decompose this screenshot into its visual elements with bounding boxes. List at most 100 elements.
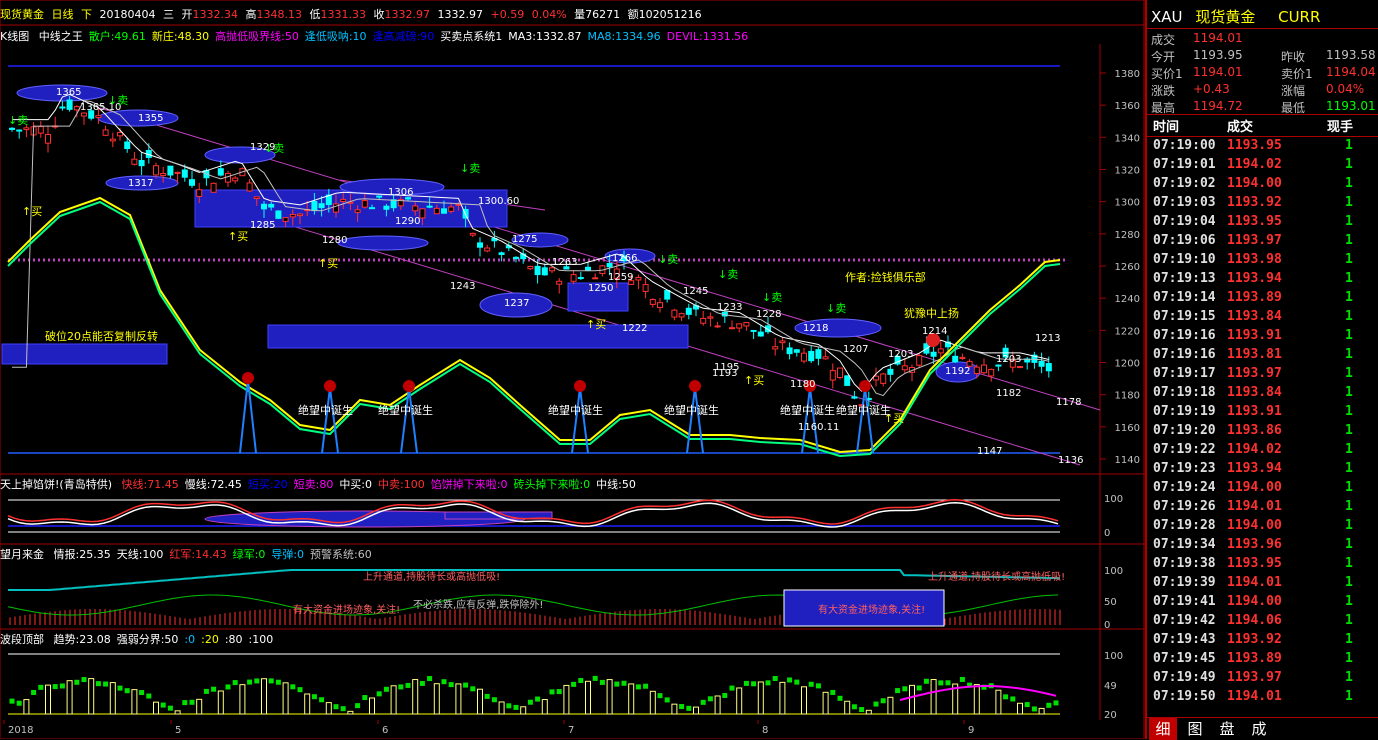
trend-bar bbox=[520, 706, 527, 715]
signal-note: 上升通道,持股待长或高抛低吸! bbox=[928, 570, 1065, 583]
tick-time: 07:19:13 bbox=[1153, 271, 1216, 286]
trend-dot bbox=[254, 678, 260, 684]
trend-dot bbox=[549, 689, 555, 695]
price-label: 1263 bbox=[552, 257, 577, 268]
candle-body bbox=[995, 364, 1002, 367]
panel4-title[interactable]: 波段顶部 bbox=[0, 633, 44, 646]
sell-signal: ↓卖 bbox=[108, 94, 128, 107]
chart-type-label[interactable]: K线图 bbox=[0, 30, 29, 43]
tick-row[interactable]: 07:19:22 1194.02 1 bbox=[1147, 442, 1378, 461]
trend-bar bbox=[649, 690, 656, 715]
tick-row[interactable]: 07:19:13 1193.94 1 bbox=[1147, 271, 1378, 290]
tick-row[interactable]: 07:19:49 1193.97 1 bbox=[1147, 670, 1378, 689]
price-label: 1243 bbox=[450, 281, 475, 292]
tab-trades[interactable]: 成 bbox=[1245, 718, 1273, 740]
tick-row[interactable]: 07:19:39 1194.01 1 bbox=[1147, 575, 1378, 594]
price-label: 1203 bbox=[996, 354, 1021, 365]
tick-row[interactable]: 07:19:16 1193.81 1 bbox=[1147, 347, 1378, 366]
tick-row[interactable]: 07:19:41 1194.00 1 bbox=[1147, 594, 1378, 613]
candle-body bbox=[844, 375, 851, 386]
tick-price: 1193.98 bbox=[1227, 252, 1282, 267]
low-label: 低 bbox=[309, 8, 321, 21]
tick-row[interactable]: 07:19:24 1194.00 1 bbox=[1147, 480, 1378, 499]
tick-price: 1194.00 bbox=[1227, 518, 1282, 533]
candle-body bbox=[9, 127, 15, 130]
amount-value: 额102051216 bbox=[627, 8, 702, 21]
candle-body bbox=[66, 99, 73, 110]
panel3-title[interactable]: 望月来金 bbox=[0, 548, 44, 561]
tick-row[interactable]: 07:19:03 1193.92 1 bbox=[1147, 195, 1378, 214]
tick-price: 1193.94 bbox=[1227, 271, 1282, 286]
tick-row[interactable]: 07:19:01 1194.02 1 bbox=[1147, 157, 1378, 176]
trend-bar bbox=[369, 697, 375, 715]
candle-body bbox=[189, 179, 195, 186]
tick-price: 1193.91 bbox=[1227, 404, 1282, 419]
tick-row[interactable]: 07:19:28 1194.00 1 bbox=[1147, 518, 1378, 537]
tick-row[interactable]: 07:19:34 1193.96 1 bbox=[1147, 537, 1378, 556]
tick-time: 07:19:26 bbox=[1153, 499, 1216, 514]
tick-row[interactable]: 07:19:18 1193.84 1 bbox=[1147, 385, 1378, 404]
trend-dot bbox=[945, 680, 951, 686]
tab-chart[interactable]: 图 bbox=[1181, 718, 1209, 740]
trend-dot bbox=[124, 688, 130, 694]
trend-dot bbox=[902, 686, 908, 692]
tick-row[interactable]: 07:19:19 1193.91 1 bbox=[1147, 404, 1378, 423]
tick-time: 07:19:34 bbox=[1153, 537, 1216, 552]
tick-hand: 1 bbox=[1345, 480, 1353, 495]
tick-row[interactable]: 07:19:02 1194.00 1 bbox=[1147, 176, 1378, 195]
candle-body bbox=[729, 327, 735, 330]
tab-detail[interactable]: 细 bbox=[1149, 718, 1177, 740]
trend-bar bbox=[801, 686, 807, 715]
kline-chart-svg[interactable]: 1380 1360 1340 1320 1300 1280 1260 1240 1220 1200… bbox=[0, 0, 1145, 739]
tick-row[interactable]: 07:19:06 1193.97 1 bbox=[1147, 233, 1378, 252]
close-number: 1332.97 bbox=[384, 8, 431, 21]
tick-price: 1194.02 bbox=[1227, 442, 1282, 457]
period-label[interactable]: 日线 bbox=[52, 8, 74, 21]
tick-row[interactable]: 07:19:50 1194.01 1 bbox=[1147, 689, 1378, 708]
tick-row[interactable]: 07:19:45 1193.89 1 bbox=[1147, 651, 1378, 670]
tick-hand: 1 bbox=[1345, 556, 1353, 571]
tick-row[interactable]: 07:19:16 1193.91 1 bbox=[1147, 328, 1378, 347]
trend-dot bbox=[268, 678, 274, 684]
candle-body bbox=[59, 106, 66, 109]
tick-row[interactable]: 07:19:23 1193.94 1 bbox=[1147, 461, 1378, 480]
tick-row[interactable]: 07:19:00 1193.95 1 bbox=[1147, 138, 1378, 157]
tab-depth[interactable]: 盘 bbox=[1213, 718, 1241, 740]
low-number: 1331.33 bbox=[320, 8, 367, 21]
trend-dot bbox=[376, 691, 382, 697]
x-tick-label: 9 bbox=[968, 725, 974, 736]
tick-row[interactable]: 07:19:14 1193.89 1 bbox=[1147, 290, 1378, 309]
chart-area[interactable]: 1380 1360 1340 1320 1300 1280 1260 1240 1220 1200… bbox=[0, 0, 1145, 739]
trend-dot bbox=[81, 677, 87, 683]
trend-bar bbox=[865, 709, 872, 715]
spike-marker bbox=[400, 387, 418, 454]
trend-bar bbox=[671, 703, 678, 715]
y-tick-label: 1140 bbox=[1115, 455, 1140, 466]
tick-row[interactable]: 07:19:20 1193.86 1 bbox=[1147, 423, 1378, 442]
y-tick-label: 1220 bbox=[1115, 326, 1140, 337]
tick-time: 07:19:18 bbox=[1153, 385, 1216, 400]
tick-row[interactable]: 07:19:42 1194.06 1 bbox=[1147, 613, 1378, 632]
indicator-item: DEVIL:1331.56 bbox=[666, 30, 749, 43]
trend-dot bbox=[707, 696, 713, 702]
candle-body bbox=[779, 340, 786, 344]
tick-row[interactable]: 07:19:38 1193.95 1 bbox=[1147, 556, 1378, 575]
tick-row[interactable]: 07:19:26 1194.01 1 bbox=[1147, 499, 1378, 518]
tick-hand: 1 bbox=[1345, 499, 1353, 514]
tick-row[interactable]: 07:19:17 1193.97 1 bbox=[1147, 366, 1378, 385]
header-time: 时间 bbox=[1153, 120, 1180, 135]
tick-row[interactable]: 07:19:43 1193.92 1 bbox=[1147, 632, 1378, 651]
trend-dot bbox=[383, 686, 389, 692]
quote-value: 1194.04 bbox=[1326, 65, 1376, 79]
tick-row[interactable]: 07:19:10 1193.98 1 bbox=[1147, 252, 1378, 271]
trend-bar bbox=[606, 679, 613, 715]
indicator-item: 逢低吸呐:10 bbox=[304, 30, 367, 43]
trend-dot bbox=[225, 684, 231, 690]
tick-price: 1193.92 bbox=[1227, 195, 1282, 210]
panel2-title[interactable]: 天上掉馅饼!(青岛特供) bbox=[0, 478, 112, 491]
tick-row[interactable]: 07:19:04 1193.95 1 bbox=[1147, 214, 1378, 233]
spike-dot bbox=[242, 372, 254, 384]
tick-price: 1194.02 bbox=[1227, 157, 1282, 172]
tick-row[interactable]: 07:19:15 1193.84 1 bbox=[1147, 309, 1378, 328]
candle-body bbox=[901, 365, 908, 371]
